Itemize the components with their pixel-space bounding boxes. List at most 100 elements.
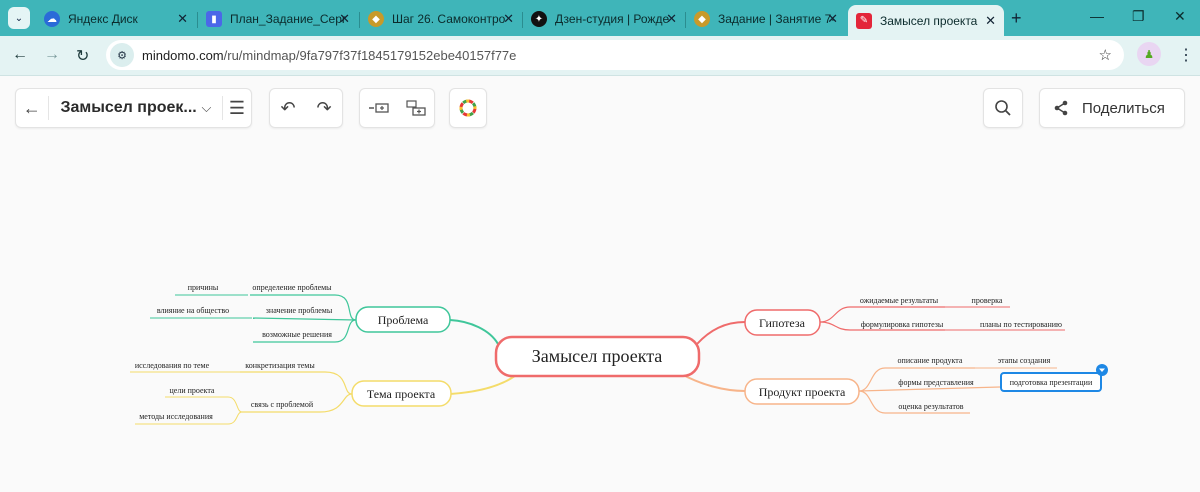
yandex-disk-icon: ☁: [44, 11, 60, 27]
shield-icon: ◆: [694, 11, 710, 27]
subtopic-research-methods[interactable]: методы исследования: [139, 412, 213, 421]
color-palette-icon[interactable]: [458, 98, 478, 118]
subtopic-testing-plans[interactable]: планы по тестированию: [980, 320, 1062, 329]
svg-text:ожидаемые результаты: ожидаемые результаты: [860, 296, 939, 305]
subtopic-theme-concretization[interactable]: конкретизация темы: [245, 361, 315, 370]
new-tab-button[interactable]: +: [1011, 8, 1022, 29]
subtopic-presentation-forms[interactable]: формы представления: [898, 378, 974, 387]
close-window-button[interactable]: ✕: [1174, 8, 1186, 25]
share-label: Поделиться: [1082, 99, 1165, 117]
search-icon[interactable]: [994, 99, 1012, 117]
chevron-down-icon[interactable]: ⌵: [197, 100, 216, 116]
subtopic-results-evaluation[interactable]: оценка результатов: [898, 402, 963, 411]
connector-problem: [449, 319, 499, 345]
insert-topic-toolbar: [359, 88, 435, 128]
subtopic-expected-results[interactable]: ожидаемые результаты: [860, 296, 939, 305]
doc-icon: ▮: [206, 11, 222, 27]
browser-tab-active[interactable]: ✎ Замысел проекта ✕: [848, 5, 1004, 36]
browser-tab-4[interactable]: ✦ Дзен-студия | Рожде ✕: [523, 5, 685, 33]
back-arrow-icon[interactable]: ←: [16, 89, 48, 127]
map-title[interactable]: Замысел проек...: [60, 99, 196, 117]
subtopic-link-to-problem[interactable]: связь с проблемой: [251, 400, 314, 409]
site-info-icon[interactable]: ⚙: [110, 43, 134, 67]
browser-menu-icon[interactable]: ⋮: [1178, 45, 1194, 65]
redo-icon[interactable]: ↷: [306, 89, 342, 127]
subtopic-product-description[interactable]: описание продукта: [898, 356, 963, 365]
topic-problem[interactable]: Проблема: [355, 306, 451, 333]
map-title-toolbar: ← Замысел проек... ⌵ ☰: [15, 88, 252, 128]
close-tab-icon[interactable]: ✕: [827, 11, 838, 27]
central-topic[interactable]: Замысел проекта: [494, 335, 701, 378]
subtopic-verification[interactable]: проверка: [972, 296, 1003, 305]
add-sibling-topic-icon[interactable]: [360, 89, 398, 127]
svg-text:значение проблемы: значение проблемы: [266, 306, 333, 315]
svg-text:методы исследования: методы исследования: [139, 412, 213, 421]
restore-button[interactable]: ❐: [1132, 8, 1145, 25]
undo-redo-toolbar: ↶ ↷: [269, 88, 343, 128]
svg-text:влияние на общество: влияние на общество: [157, 306, 229, 315]
bookmark-star-icon[interactable]: ☆: [1099, 46, 1112, 64]
mindmap-svg[interactable]: Замысел проекта Проблема определение про…: [0, 140, 1200, 487]
browser-tab-strip: ⌄ ☁ Яндекс Диск ✕ ▮ План_Задание_Серг ✕ …: [0, 0, 1200, 36]
forward-icon[interactable]: →: [44, 46, 60, 64]
close-tab-icon[interactable]: ✕: [339, 11, 350, 27]
close-tab-icon[interactable]: ✕: [985, 13, 996, 29]
share-button[interactable]: Поделиться: [1039, 88, 1185, 128]
collapse-toggle-icon[interactable]: [1096, 364, 1108, 376]
subtopic-problem-significance[interactable]: значение проблемы: [266, 306, 333, 315]
browser-tab-2[interactable]: ▮ План_Задание_Серг ✕: [198, 5, 358, 33]
subtopic-problem-definition[interactable]: определение проблемы: [252, 283, 332, 292]
svg-text:связь с проблемой: связь с проблемой: [251, 400, 314, 409]
tab-search-button[interactable]: ⌄: [8, 7, 30, 29]
subtopic-hypothesis-formulation[interactable]: формулировка гипотезы: [861, 320, 944, 329]
browser-tab-1[interactable]: ☁ Яндекс Диск ✕: [36, 5, 196, 33]
svg-text:этапы создания: этапы создания: [998, 356, 1051, 365]
subtopic-theme-research[interactable]: исследования по теме: [135, 361, 210, 370]
browser-tab-5[interactable]: ◆ Задание | Занятие 7- ✕: [686, 5, 846, 33]
svg-text:подготовка презентации: подготовка презентации: [1010, 378, 1093, 387]
svg-text:оценка результатов: оценка результатов: [898, 402, 963, 411]
browser-tab-3[interactable]: ◆ Шаг 26. Самоконтро ✕: [360, 5, 522, 33]
address-bar[interactable]: ⚙ mindomo.com/ru/mindmap/9fa797f37f18451…: [106, 40, 1124, 70]
shield-icon: ◆: [368, 11, 384, 27]
theme-toolbar: [449, 88, 487, 128]
connector-hypothesis: [696, 321, 746, 345]
minimize-button[interactable]: —: [1090, 8, 1104, 24]
svg-text:Продукт проекта: Продукт проекта: [759, 385, 846, 399]
url-text[interactable]: mindomo.com/ru/mindmap/9fa797f37f1845179…: [142, 48, 516, 63]
undo-icon[interactable]: ↶: [270, 89, 306, 127]
topic-project-theme[interactable]: Тема проекта: [351, 380, 452, 407]
close-tab-icon[interactable]: ✕: [177, 11, 188, 27]
search-toolbar: [983, 88, 1023, 128]
close-tab-icon[interactable]: ✕: [503, 11, 514, 27]
svg-text:Проблема: Проблема: [378, 313, 429, 327]
svg-text:проверка: проверка: [972, 296, 1003, 305]
topic-hypothesis[interactable]: Гипотеза: [744, 309, 821, 336]
dzen-icon: ✦: [531, 11, 547, 27]
subtopic-creation-stages[interactable]: этапы создания: [998, 356, 1051, 365]
close-tab-icon[interactable]: ✕: [666, 11, 677, 27]
subtopic-project-goals[interactable]: цели проекта: [170, 386, 215, 395]
share-icon: [1040, 100, 1082, 116]
svg-text:Замысел проекта: Замысел проекта: [532, 346, 663, 366]
mindomo-icon: ✎: [856, 12, 872, 29]
subtopic-social-impact[interactable]: влияние на общество: [157, 306, 229, 315]
subtopic-problem-solutions[interactable]: возможные решения: [262, 330, 332, 339]
svg-text:цели проекта: цели проекта: [170, 386, 215, 395]
svg-text:конкретизация темы: конкретизация темы: [245, 361, 315, 370]
subtopic-causes[interactable]: причины: [188, 283, 219, 292]
hamburger-menu-icon[interactable]: ☰: [223, 98, 251, 119]
svg-text:причины: причины: [188, 283, 219, 292]
subtopic-presentation-prep-selected[interactable]: подготовка презентации: [1000, 372, 1102, 392]
svg-text:формы представления: формы представления: [898, 378, 974, 387]
topic-project-product[interactable]: Продукт проекта: [744, 378, 860, 405]
svg-text:Гипотеза: Гипотеза: [759, 316, 806, 330]
profile-avatar[interactable]: ♟: [1137, 42, 1161, 66]
svg-text:определение проблемы: определение проблемы: [252, 283, 332, 292]
add-subtopic-icon[interactable]: [398, 89, 434, 127]
svg-text:формулировка гипотезы: формулировка гипотезы: [861, 320, 944, 329]
reload-icon[interactable]: ↻: [76, 46, 89, 66]
mindmap-canvas[interactable]: Замысел проекта Проблема определение про…: [0, 140, 1200, 487]
back-icon[interactable]: ←: [12, 46, 28, 64]
address-toolbar: ← → ↻ ⚙ mindomo.com/ru/mindmap/9fa797f37…: [0, 36, 1200, 76]
